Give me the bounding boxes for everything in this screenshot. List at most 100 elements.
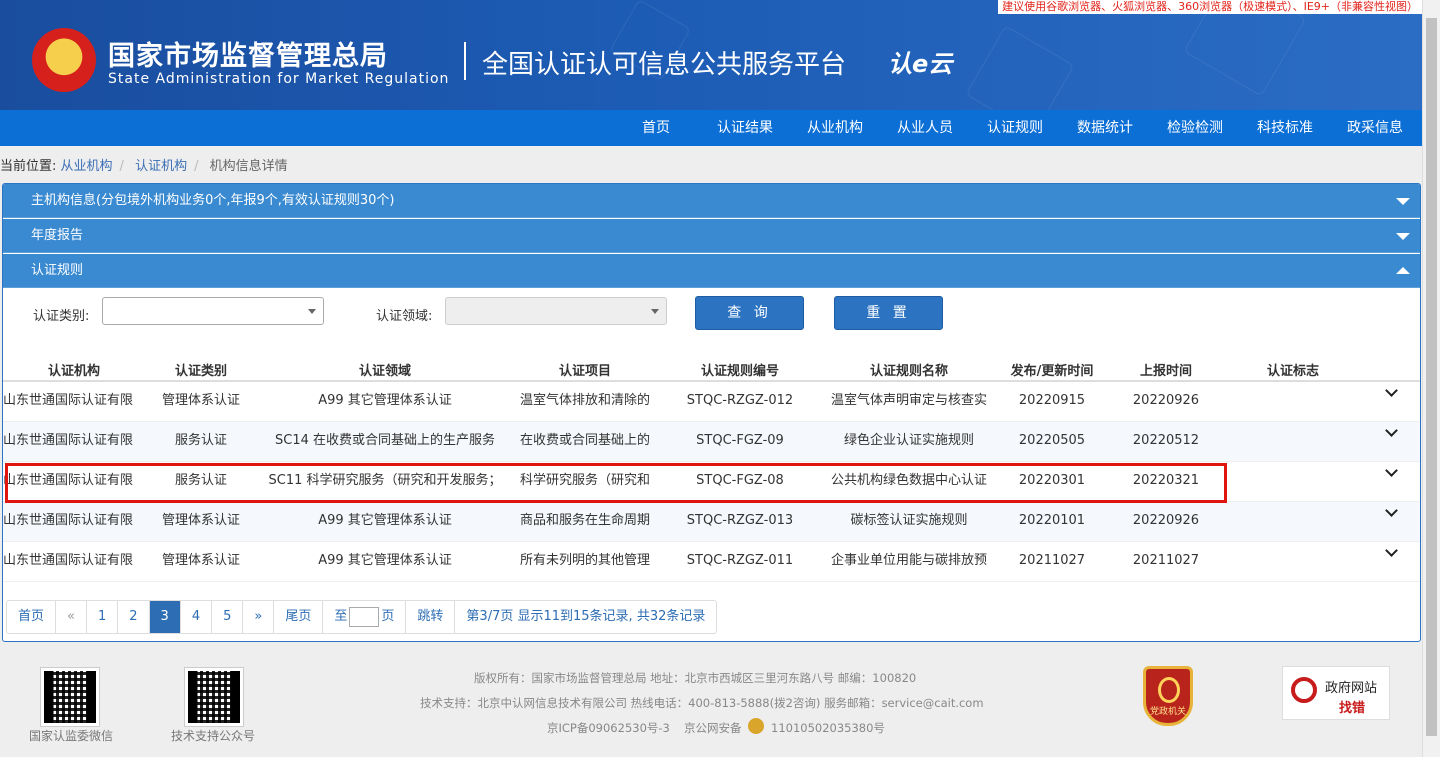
cell-rule-no: STQC-RZGZ-011 bbox=[686, 553, 794, 568]
gov-site-error-report[interactable]: 政府网站 找错 bbox=[1282, 666, 1390, 720]
chevron-down-icon[interactable] bbox=[1385, 464, 1398, 477]
page-3-current[interactable]: 3 bbox=[149, 601, 181, 633]
cell-project: 商品和服务在生命周期 bbox=[519, 513, 650, 528]
cell-field: A99 其它管理体系认证 bbox=[318, 553, 452, 568]
cell-rule-name: 温室气体声明审定与核查实 bbox=[830, 393, 987, 408]
vertical-scrollbar[interactable] bbox=[1422, 0, 1440, 757]
error-report-title: 政府网站 bbox=[1325, 681, 1378, 696]
accordion-annual-report[interactable]: 年度报告 bbox=[3, 219, 1420, 253]
accordion-title: 主机构信息(分包境外机构业务0个,年报9个,有效认证规则30个) bbox=[31, 193, 395, 208]
page-prev[interactable]: « bbox=[56, 601, 87, 633]
cell-publish-date: 20211027 bbox=[1018, 553, 1086, 568]
chevron-down-icon[interactable] bbox=[1385, 504, 1398, 517]
page-jump-button[interactable]: 跳转 bbox=[406, 601, 456, 633]
magnifier-icon bbox=[1291, 677, 1317, 703]
search-button[interactable]: 查 询 bbox=[695, 296, 804, 330]
nav-home[interactable]: 首页 bbox=[642, 110, 670, 146]
cell-rule-name: 碳标签认证实施规则 bbox=[850, 513, 968, 528]
support-line: 技术支持：北京中认网信息技术有限公司 热线电话：400-813-5888(拨2咨… bbox=[420, 696, 984, 710]
caret-down-icon bbox=[1396, 198, 1410, 205]
goto-suffix: 页 bbox=[381, 609, 395, 624]
accordion-main-info[interactable]: 主机构信息(分包境外机构业务0个,年报9个,有效认证规则30个) bbox=[3, 184, 1420, 218]
cell-rule-no: STQC-RZGZ-012 bbox=[686, 393, 794, 408]
dropdown-caret-icon bbox=[651, 309, 659, 314]
col-header-rule-name: 认证规则名称 bbox=[869, 364, 948, 379]
cell-type: 管理体系认证 bbox=[161, 513, 240, 528]
cert-type-select[interactable] bbox=[102, 297, 324, 325]
cell-field: SC14 在收费或合同基础上的生产服务 bbox=[274, 433, 495, 448]
col-header-rule-no: 认证规则编号 bbox=[700, 364, 779, 379]
cell-report-date: 20220926 bbox=[1132, 393, 1200, 408]
breadcrumb-cert-agencies[interactable]: 认证机构 bbox=[135, 159, 187, 174]
page-5[interactable]: 5 bbox=[212, 601, 244, 633]
qr2-caption: 技术支持公众号 bbox=[171, 729, 256, 743]
breadcrumb-agencies[interactable]: 从业机构 bbox=[61, 159, 113, 174]
pagination: 首页 « 1 2 3 4 5 » 尾页 至 页 跳转 第3/7页 显示11到15条… bbox=[6, 600, 718, 634]
page-last[interactable]: 尾页 bbox=[274, 601, 324, 633]
col-header-type: 认证类别 bbox=[174, 364, 227, 379]
goto-prefix: 至 bbox=[334, 609, 348, 624]
scrollbar-thumb[interactable] bbox=[1426, 18, 1437, 736]
goto-page-input[interactable] bbox=[349, 606, 380, 627]
page-summary: 第3/7页 显示11到15条记录, 共32条记录 bbox=[466, 609, 706, 624]
cell-project: 所有未列明的其他管理 bbox=[519, 553, 650, 568]
nav-cert-rules[interactable]: 认证规则 bbox=[987, 110, 1043, 146]
error-report-sub: 找错 bbox=[1339, 701, 1366, 716]
cell-publish-date: 20220101 bbox=[1018, 513, 1086, 528]
browser-tip: 建议使用谷歌浏览器、火狐浏览器、360浏览器（极速模式）、IE9+（非兼容性视图… bbox=[998, 0, 1422, 14]
cell-type: 服务认证 bbox=[174, 433, 227, 448]
caret-up-icon bbox=[1396, 267, 1410, 274]
cell-project: 在收费或合同基础上的 bbox=[519, 433, 650, 448]
chevron-down-icon[interactable] bbox=[1385, 424, 1398, 437]
reset-button[interactable]: 重 置 bbox=[834, 296, 943, 330]
chevron-down-icon[interactable] bbox=[1385, 384, 1398, 397]
platform-title: 全国认证认可信息公共服务平台 bbox=[482, 50, 847, 80]
nav-personnel[interactable]: 从业人员 bbox=[897, 110, 953, 146]
accordion-title: 认证规则 bbox=[31, 263, 84, 278]
nav-statistics[interactable]: 数据统计 bbox=[1077, 110, 1133, 146]
table-row[interactable]: 山东世通国际认证有限 服务认证 SC14 在收费或合同基础上的生产服务 在收费或… bbox=[3, 422, 1420, 462]
nav-standards[interactable]: 科技标准 bbox=[1257, 110, 1313, 146]
cell-report-date: 20211027 bbox=[1132, 553, 1200, 568]
national-emblem-icon bbox=[32, 28, 96, 92]
page-next[interactable]: » bbox=[243, 601, 275, 633]
badge-text: 党政机关 bbox=[1149, 707, 1186, 717]
nav-cert-results[interactable]: 认证结果 bbox=[717, 110, 773, 146]
main-nav: 首页 认证结果 从业机构 从业人员 认证规则 数据统计 检验检测 科技标准 政采… bbox=[0, 110, 1422, 146]
cell-publish-date: 20220915 bbox=[1018, 393, 1086, 408]
party-gov-badge-icon[interactable]: 党政机关 bbox=[1143, 666, 1193, 726]
cell-field: A99 其它管理体系认证 bbox=[318, 393, 452, 408]
agency-name-en: State Administration for Market Regulati… bbox=[108, 71, 450, 87]
chevron-down-icon[interactable] bbox=[1385, 544, 1398, 557]
breadcrumb: 当前位置: 从业机构 / 认证机构 / 机构信息详情 bbox=[0, 159, 288, 174]
page-2[interactable]: 2 bbox=[118, 601, 150, 633]
nav-agencies[interactable]: 从业机构 bbox=[807, 110, 863, 146]
col-header-project: 认证项目 bbox=[558, 364, 611, 379]
header-decoration bbox=[965, 25, 1075, 110]
table-row[interactable]: 山东世通国际认证有限 管理体系认证 A99 其它管理体系认证 商品和服务在生命周… bbox=[3, 502, 1420, 542]
nav-testing[interactable]: 检验检测 bbox=[1167, 110, 1223, 146]
page-first[interactable]: 首页 bbox=[7, 601, 57, 633]
table-row[interactable]: 山东世通国际认证有限 管理体系认证 A99 其它管理体系认证 温室气体排放和清除… bbox=[3, 382, 1420, 422]
cell-field: A99 其它管理体系认证 bbox=[318, 513, 452, 528]
nav-procurement[interactable]: 政采信息 bbox=[1347, 110, 1403, 146]
col-header-cert-mark: 认证标志 bbox=[1266, 364, 1319, 379]
highlight-box bbox=[5, 463, 1227, 503]
col-header-agency: 认证机构 bbox=[47, 364, 100, 379]
dropdown-caret-icon bbox=[308, 309, 316, 314]
icp-link[interactable]: 京ICP备09062530号-3 bbox=[547, 720, 670, 736]
accordion-cert-rules[interactable]: 认证规则 bbox=[3, 254, 1420, 288]
col-header-publish-date: 发布/更新时间 bbox=[1010, 364, 1094, 379]
police-number-link[interactable]: 11010502035380号 bbox=[771, 720, 885, 736]
cell-report-date: 20220512 bbox=[1132, 433, 1200, 448]
cell-type: 管理体系认证 bbox=[161, 393, 240, 408]
cell-agency: 山东世通国际认证有限 bbox=[3, 513, 134, 528]
page-4[interactable]: 4 bbox=[181, 601, 213, 633]
col-header-field: 认证领域 bbox=[358, 364, 411, 379]
cell-rule-no: STQC-RZGZ-013 bbox=[686, 513, 794, 528]
cell-agency: 山东世通国际认证有限 bbox=[3, 433, 134, 448]
table-row[interactable]: 山东世通国际认证有限 管理体系认证 A99 其它管理体系认证 所有未列明的其他管… bbox=[3, 542, 1420, 582]
cert-field-select[interactable] bbox=[445, 297, 667, 325]
badge-mark bbox=[1158, 677, 1180, 703]
page-1[interactable]: 1 bbox=[87, 601, 119, 633]
